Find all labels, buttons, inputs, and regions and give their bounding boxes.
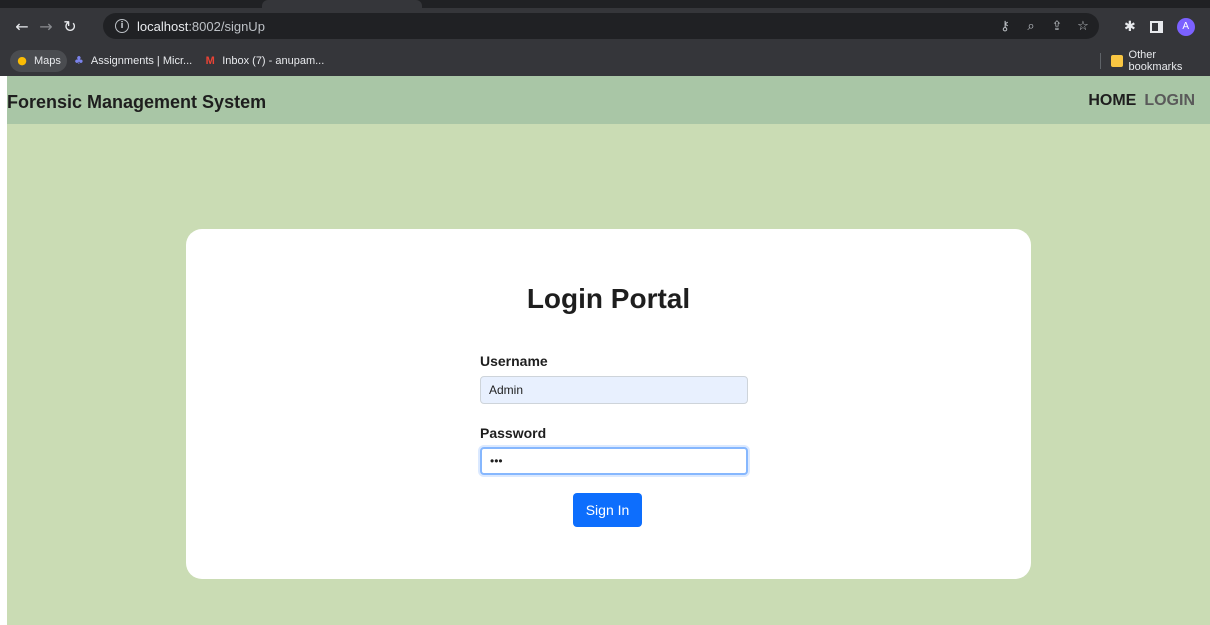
forward-button[interactable]: →	[34, 15, 58, 39]
side-panel-icon[interactable]	[1149, 20, 1163, 33]
site-navbar: Forensic Management System HOME LOGIN	[7, 76, 1210, 124]
teams-icon: ♣	[73, 54, 84, 67]
share-icon[interactable]: ⇪	[1049, 19, 1065, 34]
password-input[interactable]	[480, 447, 748, 475]
bookmarks-bar: ● Maps ♣ Assignments | Micr... M Inbox (…	[0, 45, 1210, 76]
sign-in-button[interactable]: Sign In	[573, 493, 642, 527]
username-label: Username	[480, 353, 548, 369]
bookmark-star-icon[interactable]: ☆	[1075, 19, 1091, 34]
maps-icon: ●	[17, 54, 27, 67]
browser-chrome: ← → ↻ i localhost:8002/signUp ⚷ ⌕ ⇪ ☆ ✱ …	[0, 0, 1210, 76]
active-tab[interactable]	[262, 0, 422, 8]
gmail-icon: M	[205, 54, 215, 67]
bookmark-assignments[interactable]: ♣ Assignments | Micr...	[67, 50, 198, 72]
login-title: Login Portal	[526, 283, 691, 314]
bookmark-inbox[interactable]: M Inbox (7) - anupam...	[198, 50, 330, 72]
extensions-puzzle-icon[interactable]: ✱	[1124, 19, 1136, 35]
nav-login-link[interactable]: LOGIN	[1144, 92, 1195, 110]
address-bar[interactable]: i localhost:8002/signUp ⚷ ⌕ ⇪ ☆	[103, 13, 1099, 39]
nav-links: HOME LOGIN	[1088, 92, 1195, 110]
profile-avatar[interactable]: A	[1176, 17, 1195, 36]
site-info-icon[interactable]: i	[115, 19, 129, 33]
nav-home-link[interactable]: HOME	[1088, 92, 1136, 110]
page-content: Forensic Management System HOME LOGIN Lo…	[7, 76, 1210, 625]
username-input[interactable]	[480, 376, 748, 404]
brand-title[interactable]: Forensic Management System	[7, 92, 266, 113]
back-button[interactable]: ←	[10, 15, 34, 39]
key-icon[interactable]: ⚷	[997, 19, 1013, 34]
folder-icon	[1110, 54, 1123, 67]
url-text[interactable]: localhost:8002/signUp	[137, 19, 265, 34]
other-bookmarks[interactable]: Other bookmarks	[1129, 49, 1210, 73]
browser-toolbar: ← → ↻ i localhost:8002/signUp ⚷ ⌕ ⇪ ☆ ✱ …	[0, 8, 1210, 45]
password-label: Password	[480, 425, 547, 441]
tab-strip	[0, 0, 1210, 8]
bookmark-maps[interactable]: ● Maps	[10, 49, 67, 72]
zoom-icon[interactable]: ⌕	[1023, 19, 1039, 34]
bookmarks-separator	[1100, 52, 1101, 69]
login-card: Login Portal Username Password Sign In	[186, 229, 1031, 579]
reload-button[interactable]: ↻	[58, 15, 82, 39]
